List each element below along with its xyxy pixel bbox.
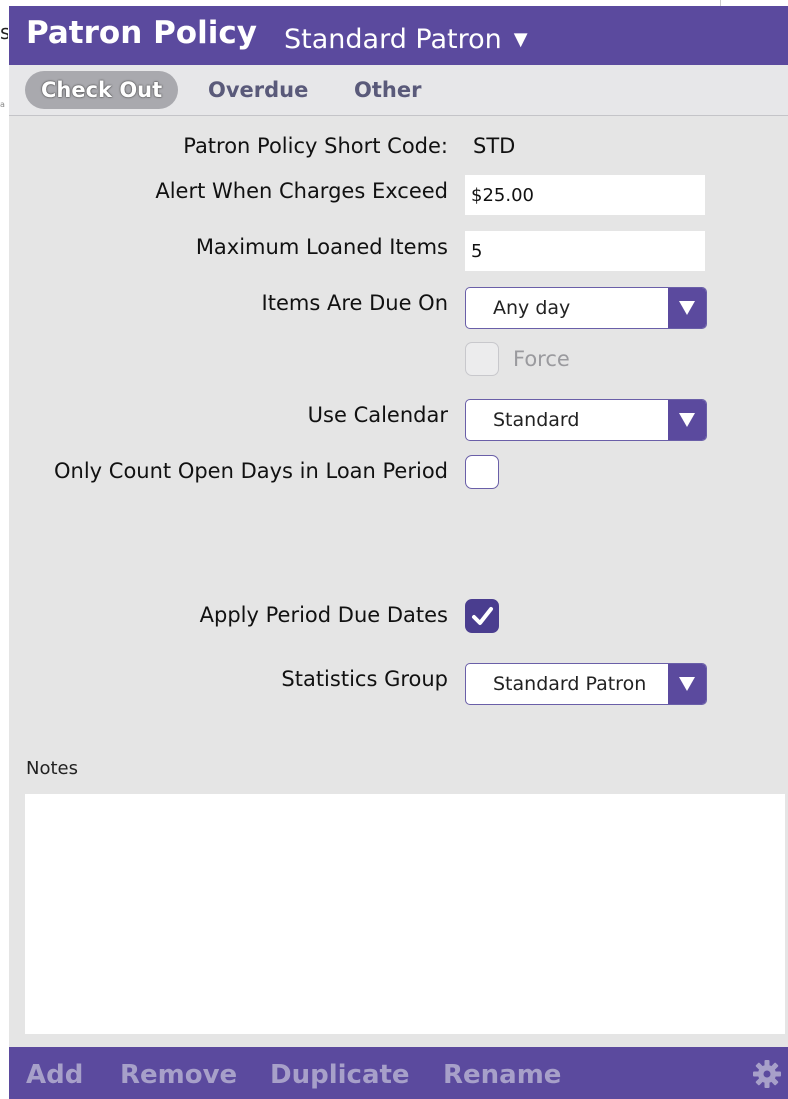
due-on-value: Any day (493, 297, 571, 319)
tab-overdue[interactable]: Overdue (208, 71, 308, 109)
policy-selector-value: Standard Patron (284, 24, 502, 55)
caret-down-icon: ▼ (513, 29, 528, 50)
add-button[interactable]: Add (26, 1060, 83, 1090)
dropdown-arrow-icon (668, 288, 706, 328)
open-days-checkbox[interactable] (465, 455, 499, 489)
calendar-select[interactable]: Standard (465, 399, 707, 441)
notes-textarea[interactable] (25, 794, 785, 1034)
checkmark-icon (472, 607, 493, 625)
period-due-checkbox[interactable] (465, 599, 499, 633)
patron-policy-panel: Patron Policy Standard Patron ▼ Check Ou… (9, 6, 788, 1099)
due-on-label: Items Are Due On (261, 291, 448, 315)
tab-bar: Check Out Overdue Other (9, 65, 788, 116)
short-code-value: STD (473, 134, 516, 158)
max-loaned-label: Maximum Loaned Items (195, 235, 448, 259)
background-window-text-small: a (0, 100, 5, 109)
panel-title: Patron Policy (26, 15, 257, 51)
calendar-label: Use Calendar (307, 403, 448, 427)
calendar-value: Standard (493, 409, 580, 431)
duplicate-button[interactable]: Duplicate (270, 1060, 410, 1090)
open-days-label: Only Count Open Days in Loan Period (54, 459, 448, 483)
gear-icon[interactable] (752, 1059, 782, 1093)
force-checkbox[interactable] (465, 342, 499, 376)
force-label: Force (513, 347, 570, 371)
rename-button[interactable]: Rename (443, 1060, 561, 1090)
period-due-label: Apply Period Due Dates (199, 603, 448, 627)
dropdown-arrow-icon (668, 400, 706, 440)
short-code-label: Patron Policy Short Code: (183, 134, 448, 158)
notes-label: Notes (26, 758, 78, 779)
dropdown-arrow-icon (668, 664, 706, 704)
due-on-select[interactable]: Any day (465, 287, 707, 329)
remove-button[interactable]: Remove (120, 1060, 237, 1090)
panel-header: Patron Policy Standard Patron ▼ (9, 6, 788, 65)
stats-group-value: Standard Patron (493, 673, 647, 695)
footer-toolbar: Add Remove Duplicate Rename (9, 1047, 788, 1099)
max-loaned-input[interactable] (465, 231, 705, 271)
policy-selector[interactable]: Standard Patron ▼ (284, 24, 528, 55)
stats-group-label: Statistics Group (281, 667, 448, 691)
background-window-text: s (0, 20, 8, 44)
tab-other[interactable]: Other (354, 71, 421, 109)
tab-check-out[interactable]: Check Out (25, 71, 179, 109)
alert-charges-label: Alert When Charges Exceed (155, 179, 448, 203)
alert-charges-input[interactable] (465, 175, 705, 215)
stats-group-select[interactable]: Standard Patron (465, 663, 707, 705)
